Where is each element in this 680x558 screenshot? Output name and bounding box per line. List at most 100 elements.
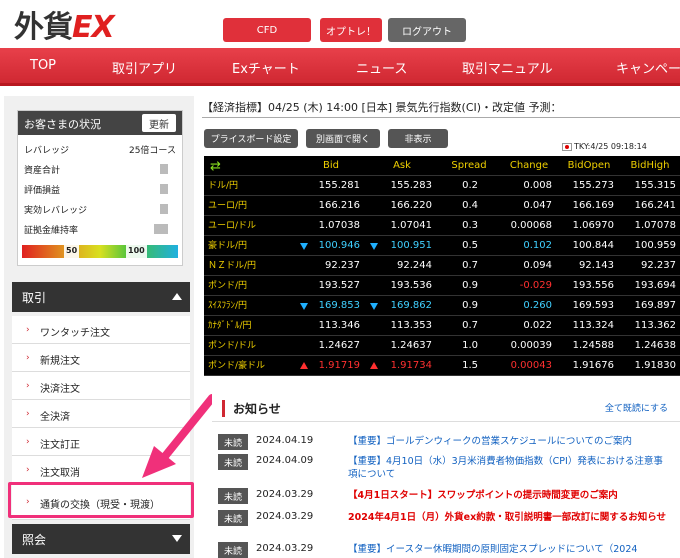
cell-spread: 1.0 bbox=[438, 336, 478, 356]
cell-change: 0.047 bbox=[500, 196, 552, 216]
cell-change: 0.00068 bbox=[500, 216, 552, 236]
notice-date: 2024.04.19 bbox=[256, 435, 313, 446]
nav-ex-chart[interactable]: Exチャート bbox=[232, 58, 300, 77]
board-row[interactable]: ポンド/豪ドル1.917191.917341.50.000431.916761.… bbox=[204, 356, 680, 376]
board-settings-button[interactable]: プライスボード設定 bbox=[204, 129, 298, 148]
cell-bid[interactable]: 166.216 bbox=[296, 196, 360, 216]
header: 外貨EX CFD オプトレ！ ログアウト bbox=[0, 0, 680, 48]
margin-gauge: 50 100 bbox=[22, 245, 178, 258]
notice-link[interactable]: 【重要】イースター休暇期間の原則固定スプレッドについて（2024 bbox=[348, 543, 668, 556]
cell-bid[interactable]: 155.281 bbox=[296, 176, 360, 196]
currency-pair: ユーロ/ドル bbox=[208, 216, 256, 236]
app-logo[interactable]: 外貨EX bbox=[14, 2, 114, 46]
cell-spread: 0.2 bbox=[438, 176, 478, 196]
hide-button[interactable]: 非表示 bbox=[388, 129, 448, 148]
nav-top[interactable]: TOP bbox=[30, 58, 56, 73]
cell-ask[interactable]: 155.283 bbox=[366, 176, 432, 196]
currency-pair: ポンド/豪ドル bbox=[208, 356, 265, 376]
menu-label: 注文取消 bbox=[40, 468, 80, 479]
board-row[interactable]: ｶﾅﾀﾞﾄﾞﾙ/円113.346113.3530.70.022113.32411… bbox=[204, 316, 680, 336]
cell-high: 169.897 bbox=[620, 296, 676, 316]
currency-pair: ポンド/円 bbox=[208, 276, 247, 296]
notice-link[interactable]: 【重要】4月10日（水）3月米消費者物価指数（CPI）発表における注意事項につい… bbox=[348, 455, 668, 481]
mark-all-read-link[interactable]: 全て既読にする bbox=[605, 401, 668, 414]
japan-flag-icon bbox=[562, 143, 572, 151]
board-row[interactable]: ポンド/ドル1.246271.246371.00.000391.245881.2… bbox=[204, 336, 680, 356]
col-change: Change bbox=[500, 156, 558, 176]
section-trade-header[interactable]: 取引 bbox=[12, 282, 190, 312]
cell-bid[interactable]: 92.237 bbox=[296, 256, 360, 276]
cell-spread: 1.5 bbox=[438, 356, 478, 376]
notice-link[interactable]: 2024年4月1日（月）外貨ex約款・取引説明書一部改訂に関するお知らせ bbox=[348, 511, 668, 524]
nav-trading-app[interactable]: 取引アプリ bbox=[112, 58, 177, 77]
cell-bid[interactable]: 1.07038 bbox=[296, 216, 360, 236]
chevron-right-icon: › bbox=[26, 409, 30, 419]
cell-ask[interactable]: 1.24637 bbox=[366, 336, 432, 356]
logout-button[interactable]: ログアウト bbox=[388, 18, 466, 42]
board-header: ⇄ Bid Ask Spread Change BidOpen BidHigh bbox=[204, 156, 680, 176]
unread-badge: 未読 bbox=[218, 542, 248, 558]
cell-change: 0.102 bbox=[500, 236, 552, 256]
timestamp: TKY:4/25 09:18:14 bbox=[562, 142, 647, 151]
unread-badge: 未読 bbox=[218, 434, 248, 450]
currency-pair: ドル/円 bbox=[208, 176, 238, 196]
status-label: 評価損益 bbox=[24, 186, 60, 196]
notice-header: お知らせ 全て既読にする bbox=[212, 392, 680, 422]
board-row[interactable]: ドル/円155.281155.2830.20.008155.273155.315 bbox=[204, 176, 680, 196]
economic-ticker[interactable]: 【経済指標】04/25 (木) 14:00 [日本] 景気先行指数(CI)・改定… bbox=[202, 99, 680, 118]
cell-spread: 0.9 bbox=[438, 276, 478, 296]
cell-ask[interactable]: 1.07041 bbox=[366, 216, 432, 236]
cell-bid[interactable]: 193.527 bbox=[296, 276, 360, 296]
nav-trading-manual[interactable]: 取引マニュアル bbox=[462, 58, 553, 77]
currency-pair: ユーロ/円 bbox=[208, 196, 247, 216]
cell-high: 1.91830 bbox=[620, 356, 676, 376]
status-row-total-assets: 資産合計 bbox=[24, 163, 176, 176]
update-button[interactable]: 更新 bbox=[142, 114, 176, 132]
cell-spread: 0.3 bbox=[438, 216, 478, 236]
board-row[interactable]: ｽｲｽﾌﾗﾝ/円169.853169.8620.90.260169.593169… bbox=[204, 296, 680, 316]
section-inquiry-header[interactable]: 照会 bbox=[12, 524, 190, 554]
logo-text: 外貨 bbox=[14, 10, 72, 45]
unread-badge: 未読 bbox=[218, 488, 248, 504]
down-arrow-icon bbox=[370, 243, 378, 250]
cell-spread: 0.9 bbox=[438, 296, 478, 316]
cell-bid[interactable]: 113.346 bbox=[296, 316, 360, 336]
section-trade-label: 取引 bbox=[22, 291, 46, 305]
board-row[interactable]: ＮＺドル/円92.23792.2440.70.09492.14392.237 bbox=[204, 256, 680, 276]
main-nav: TOP 取引アプリ Exチャート ニュース 取引マニュアル キャンペー bbox=[0, 48, 680, 86]
cell-change: -0.029 bbox=[500, 276, 552, 296]
chevron-right-icon: › bbox=[26, 437, 30, 447]
gauge-label-100: 100 bbox=[126, 245, 147, 258]
section-inquiry-label: 照会 bbox=[22, 533, 46, 547]
logo-ex: EX bbox=[72, 10, 114, 45]
option-trade-button[interactable]: オプトレ！ bbox=[320, 18, 382, 42]
status-row-pnl: 評価損益 bbox=[24, 183, 176, 196]
notice-link[interactable]: 【4月1日スタート】スワップポイントの提示時間変更のご案内 bbox=[348, 489, 668, 502]
nav-news[interactable]: ニュース bbox=[356, 58, 407, 77]
notice-title: お知らせ bbox=[222, 400, 281, 417]
notice-link[interactable]: 【重要】ゴールデンウィークの営業スケジュールについてのご案内 bbox=[348, 435, 668, 448]
notice-date: 2024.03.29 bbox=[256, 511, 313, 522]
cfd-button[interactable]: CFD bbox=[223, 18, 311, 42]
board-row[interactable]: ユーロ/ドル1.070381.070410.30.000681.069701.0… bbox=[204, 216, 680, 236]
refresh-icon[interactable]: ⇄ bbox=[210, 159, 221, 174]
board-row[interactable]: ユーロ/円166.216166.2200.40.047166.169166.24… bbox=[204, 196, 680, 216]
cell-spread: 0.7 bbox=[438, 256, 478, 276]
status-label: 実効レバレッジ bbox=[24, 206, 87, 216]
cell-ask[interactable]: 113.353 bbox=[366, 316, 432, 336]
board-row[interactable]: ポンド/円193.527193.5360.9-0.029193.556193.6… bbox=[204, 276, 680, 296]
nav-campaign[interactable]: キャンペー bbox=[616, 58, 680, 77]
cell-bid[interactable]: 1.24627 bbox=[296, 336, 360, 356]
price-board: ⇄ Bid Ask Spread Change BidOpen BidHigh … bbox=[204, 156, 680, 376]
board-row[interactable]: 豪ドル/円100.946100.9510.50.102100.844100.95… bbox=[204, 236, 680, 256]
cell-ask[interactable]: 166.220 bbox=[366, 196, 432, 216]
cell-change: 0.260 bbox=[500, 296, 552, 316]
menu-new-order[interactable]: ›新規注文 bbox=[12, 344, 190, 372]
chevron-right-icon: › bbox=[26, 353, 30, 363]
currency-pair: ｽｲｽﾌﾗﾝ/円 bbox=[208, 296, 247, 316]
cell-ask[interactable]: 92.244 bbox=[366, 256, 432, 276]
open-separate-button[interactable]: 別画面で開く bbox=[306, 129, 380, 148]
col-bid-open: BidOpen bbox=[558, 156, 620, 176]
cell-ask[interactable]: 193.536 bbox=[366, 276, 432, 296]
menu-one-touch-order[interactable]: ›ワンタッチ注文 bbox=[12, 316, 190, 344]
